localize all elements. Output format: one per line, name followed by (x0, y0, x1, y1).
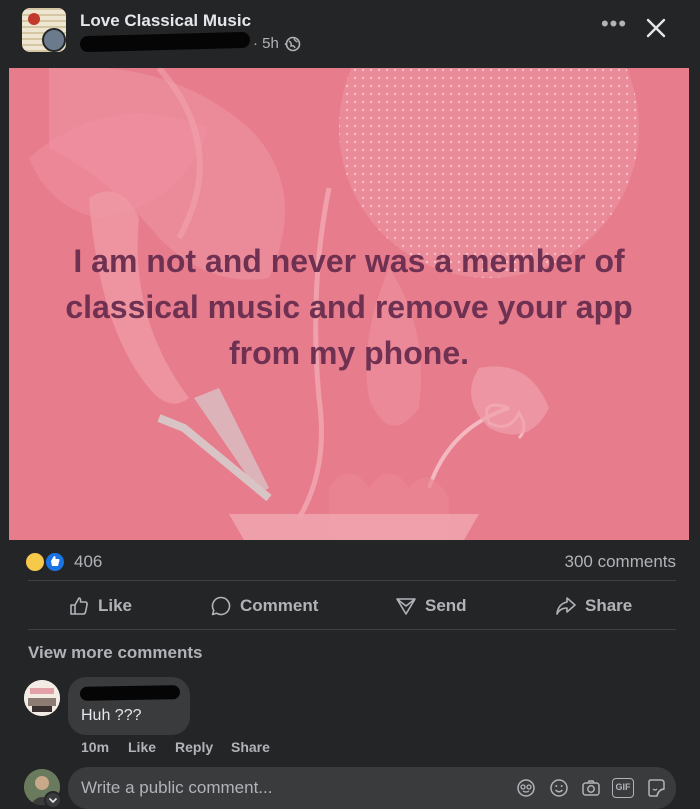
redacted-author-name (79, 31, 251, 53)
comment-count[interactable]: 300 comments (565, 552, 677, 572)
share-button[interactable]: Share (555, 590, 632, 622)
comment-label: Comment (240, 596, 319, 615)
share-label: Share (585, 596, 633, 615)
gif-icon[interactable]: GIF (612, 778, 634, 798)
send-icon (396, 598, 416, 615)
send-button[interactable]: Send (395, 590, 467, 622)
divider (28, 580, 676, 581)
more-icon[interactable]: ••• (600, 13, 628, 42)
like-icon (70, 597, 88, 615)
divider (28, 629, 676, 630)
comment-placeholder: Write a public comment... (81, 778, 273, 797)
share-icon (556, 597, 576, 615)
comment-reply-button[interactable]: Reply (175, 739, 213, 755)
comment-time[interactable]: 10m (81, 739, 109, 755)
comment-sticker-icon[interactable] (646, 778, 666, 798)
post-text: I am not and never was a member of class… (65, 243, 633, 371)
comment-icon (211, 596, 231, 616)
sticker-icon[interactable] (516, 778, 536, 798)
comment-like-button[interactable]: Like (128, 739, 156, 755)
page-title[interactable]: Love Classical Music (80, 11, 251, 31)
post-time[interactable]: · 5h · (253, 35, 288, 52)
redacted-commenter-name (79, 685, 181, 701)
camera-icon[interactable] (581, 778, 601, 798)
emoji-icon[interactable] (549, 778, 569, 798)
reaction-count[interactable]: 406 (74, 552, 102, 572)
close-icon[interactable] (640, 12, 672, 44)
thumb-icon (51, 556, 60, 566)
view-more-comments[interactable]: View more comments (28, 643, 202, 663)
post-image[interactable]: I am not and never was a member of class… (9, 68, 689, 540)
chevron-down-icon[interactable] (44, 791, 62, 809)
comment-text: Huh ??? (81, 707, 142, 724)
comment-button[interactable]: Comment (210, 590, 318, 622)
commenter-avatar[interactable] (24, 680, 60, 716)
author-avatar[interactable] (42, 28, 66, 52)
like-button[interactable]: Like (68, 590, 132, 622)
page-avatar-ornament (28, 13, 40, 25)
haha-reaction-icon[interactable] (24, 551, 46, 573)
send-label: Send (425, 596, 467, 615)
like-reaction-icon[interactable] (44, 551, 66, 573)
page-avatar[interactable] (22, 8, 66, 52)
like-label: Like (98, 596, 133, 615)
comment-share-button[interactable]: Share (231, 739, 270, 755)
commenter-avatar-image (24, 680, 60, 716)
globe-icon (285, 36, 301, 52)
